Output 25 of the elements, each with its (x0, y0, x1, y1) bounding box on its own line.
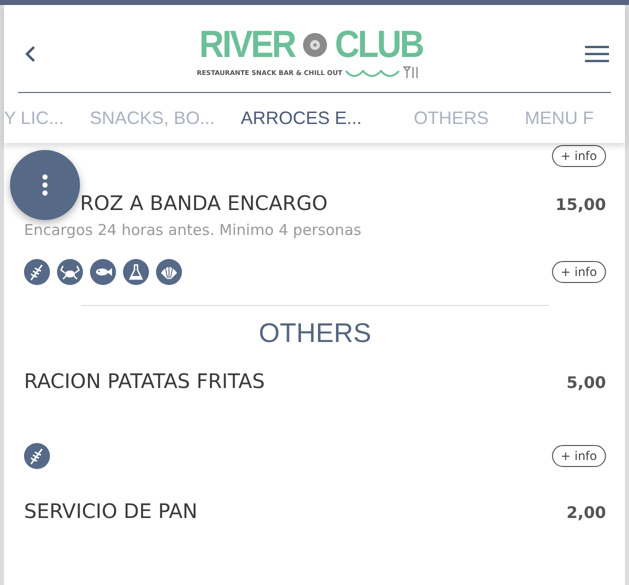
wheat-icon (24, 443, 50, 469)
dish-note: Encargos 24 horas antes. Minimo 4 personas (24, 221, 362, 239)
shell-icon (156, 259, 182, 285)
more-icon (42, 174, 48, 196)
category-tab[interactable]: ARROCES E... (240, 108, 362, 128)
logo-text: RIVER (198, 26, 294, 64)
back-icon[interactable] (24, 44, 36, 62)
dish-name: ROZ A BANDA ENCARGO (79, 191, 328, 215)
fish-icon (90, 259, 116, 285)
dish-name: SERVICIO DE PAN (24, 499, 198, 523)
more-options-button[interactable] (10, 150, 80, 220)
dish-price: 2,00 (566, 503, 606, 522)
wheat-icon (24, 259, 50, 285)
info-button[interactable]: + info (552, 261, 606, 283)
flask-icon (123, 259, 149, 285)
dish-price: 15,00 (555, 195, 606, 214)
logo-text: CLUB (334, 26, 422, 64)
crab-icon (57, 259, 83, 285)
dish-price: 5,00 (566, 373, 606, 392)
section-heading: OTHERS (258, 318, 372, 349)
menu-icon[interactable] (585, 44, 609, 62)
dish-name: RACION PATATAS FRITAS (24, 369, 265, 393)
info-button[interactable]: + info (552, 145, 606, 167)
info-button[interactable]: + info (552, 445, 606, 467)
vinyl-disc-icon (302, 32, 328, 58)
